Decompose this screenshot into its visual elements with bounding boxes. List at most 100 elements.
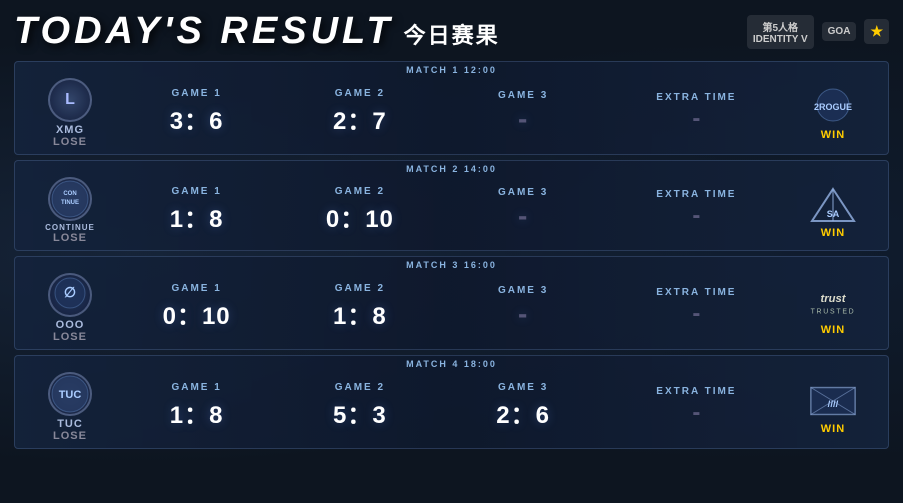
- m3-game2-label: GAME 2: [335, 283, 385, 294]
- match-2-game3: GAME 3 -: [483, 187, 563, 232]
- m4-extra-label: EXTRA TIME: [656, 386, 736, 397]
- match-3-game3: GAME 3 -: [483, 285, 563, 330]
- continue-logo: CON TINUE: [48, 177, 92, 221]
- game3-label: GAME 3: [498, 90, 548, 101]
- m2-game2-score: 0：10: [326, 199, 394, 234]
- m2-game1-score: 1：8: [170, 199, 224, 234]
- zzz-logo: ////: [807, 379, 859, 423]
- tuc-team-name: TUC: [57, 418, 83, 430]
- match-1-extra: EXTRA TIME -: [646, 92, 746, 133]
- match-row-4: MATCH 4 18:00 TUC TUC LOSE GAME 1 1：8: [14, 355, 889, 449]
- m3-game1-label: GAME 1: [171, 283, 221, 294]
- m3-game3-label: GAME 3: [498, 285, 548, 296]
- m3-game2-score: 1：8: [333, 296, 387, 331]
- svg-text:SA: SA: [827, 209, 840, 219]
- identity-v-text: 第5人格IDENTITY V: [753, 19, 808, 45]
- game2-score: 2：7: [333, 101, 387, 136]
- match-2-game2: GAME 2 0：10: [320, 186, 400, 234]
- tuc-result: LOSE: [53, 430, 87, 442]
- continue-logo-svg: CON TINUE: [50, 179, 90, 219]
- m4-game1-score: 1：8: [170, 395, 224, 430]
- tuc-logo-svg: TUC: [50, 374, 90, 414]
- m2-game1-label: GAME 1: [171, 186, 221, 197]
- match-1-game1: GAME 1 3：6: [157, 88, 237, 136]
- m3-game3-score: -: [518, 298, 528, 330]
- sponsor-logos: 第5人格IDENTITY V GOA ★: [747, 15, 889, 49]
- match-3-game1: GAME 1 0：10: [157, 283, 237, 331]
- goa-text: GOA: [828, 26, 851, 37]
- svg-text:////: ////: [828, 399, 839, 410]
- rogue-logo-svg: 2ROGUE: [808, 87, 858, 127]
- xmg-team-name: XMG: [56, 124, 84, 136]
- game1-label: GAME 1: [171, 88, 221, 99]
- m2-game3-label: GAME 3: [498, 187, 548, 198]
- extra-label: EXTRA TIME: [656, 92, 736, 103]
- svg-text:trust: trust: [821, 293, 847, 305]
- match-1-games: GAME 1 3：6 GAME 2 2：7 GAME 3 - EXTRA TIM…: [115, 80, 788, 136]
- match-3-games: GAME 1 0：10 GAME 2 1：8 GAME 3 - EXTRA TI…: [115, 275, 788, 331]
- xmg-result: LOSE: [53, 136, 87, 148]
- sa-logo-svg: SA: [808, 185, 858, 225]
- sa-result: WIN: [821, 227, 845, 239]
- match-3-extra: EXTRA TIME -: [646, 287, 746, 328]
- xmg-logo: L: [48, 78, 92, 122]
- page-title-en: TODAY'S RESULT: [14, 10, 394, 53]
- trusted-logo: trust TRUSTED: [807, 280, 859, 324]
- game1-score: 3：6: [170, 101, 224, 136]
- match-3-left-team: ∅ OOO LOSE: [25, 263, 115, 343]
- continue-result: LOSE: [53, 232, 87, 244]
- main-content: TODAY'S RESULT 今日赛果 第5人格IDENTITY V GOA ★…: [0, 0, 903, 459]
- match-2-left-team: CON TINUE CON TINUE LOSE: [25, 167, 115, 244]
- match-1-left-team: L XMG LOSE: [25, 68, 115, 148]
- skull-logo-svg: ∅: [50, 275, 90, 315]
- m4-game2-label: GAME 2: [335, 382, 385, 393]
- game2-label: GAME 2: [335, 88, 385, 99]
- partner-logo: ★: [864, 19, 889, 44]
- rogue-result: WIN: [821, 129, 845, 141]
- svg-text:TINUE: TINUE: [61, 200, 79, 206]
- m2-game2-label: GAME 2: [335, 186, 385, 197]
- svg-text:CON: CON: [63, 191, 76, 197]
- partner-text: ★: [870, 23, 883, 40]
- match-1-game2: GAME 2 2：7: [320, 88, 400, 136]
- sa-logo: SA: [807, 183, 859, 227]
- match-4-label: MATCH 4 18:00: [406, 359, 497, 369]
- ooo-result: LOSE: [53, 331, 87, 343]
- svg-text:2ROGUE: 2ROGUE: [814, 102, 852, 112]
- match-1-game3: GAME 3 -: [483, 90, 563, 135]
- svg-text:∅: ∅: [64, 284, 76, 300]
- tuc-logo: TUC: [48, 372, 92, 416]
- zzz-result: WIN: [821, 423, 845, 435]
- goa-logo: GOA: [822, 22, 857, 41]
- m4-game1-label: GAME 1: [171, 382, 221, 393]
- match-2-label: MATCH 2 14:00: [406, 164, 497, 174]
- match-2-extra: EXTRA TIME -: [646, 189, 746, 230]
- extra-score: -: [692, 105, 700, 133]
- match-2-games: GAME 1 1：8 GAME 2 0：10 GAME 3 - EXTRA TI…: [115, 178, 788, 234]
- match-3-right-team: trust TRUSTED WIN: [788, 270, 878, 336]
- trusted-logo-svg: trust TRUSTED: [807, 282, 859, 322]
- game3-score: -: [518, 103, 528, 135]
- match-1-label: MATCH 1 12:00: [406, 65, 497, 75]
- rogue-logo: 2ROGUE: [807, 85, 859, 129]
- match-3-game2: GAME 2 1：8: [320, 283, 400, 331]
- trusted-result: WIN: [821, 324, 845, 336]
- match-row-2: MATCH 2 14:00 CON TINUE CON TINUE LOSE GA…: [14, 160, 889, 251]
- m3-extra-label: EXTRA TIME: [656, 287, 736, 298]
- match-row-1: MATCH 1 12:00 L XMG LOSE GAME 1 3：6 GAME…: [14, 61, 889, 155]
- match-4-game2: GAME 2 5：3: [320, 382, 400, 430]
- m4-game2-score: 5：3: [333, 395, 387, 430]
- match-4-left-team: TUC TUC LOSE: [25, 362, 115, 442]
- m2-game3-score: -: [518, 200, 528, 232]
- zzz-logo-svg: ////: [807, 381, 859, 421]
- m4-extra-score: -: [692, 399, 700, 427]
- page-title-cn: 今日赛果: [404, 18, 500, 50]
- skull-logo: ∅: [48, 273, 92, 317]
- svg-text:TRUSTED: TRUSTED: [811, 308, 856, 315]
- match-4-game1: GAME 1 1：8: [157, 382, 237, 430]
- matches-list: MATCH 1 12:00 L XMG LOSE GAME 1 3：6 GAME…: [14, 61, 889, 449]
- match-2-game1: GAME 1 1：8: [157, 186, 237, 234]
- match-4-extra: EXTRA TIME -: [646, 386, 746, 427]
- match-4-games: GAME 1 1：8 GAME 2 5：3 GAME 3 2：6 EXTRA T…: [115, 374, 788, 430]
- match-row-3: MATCH 3 16:00 ∅ OOO LOSE GAME 1 0：10 G: [14, 256, 889, 350]
